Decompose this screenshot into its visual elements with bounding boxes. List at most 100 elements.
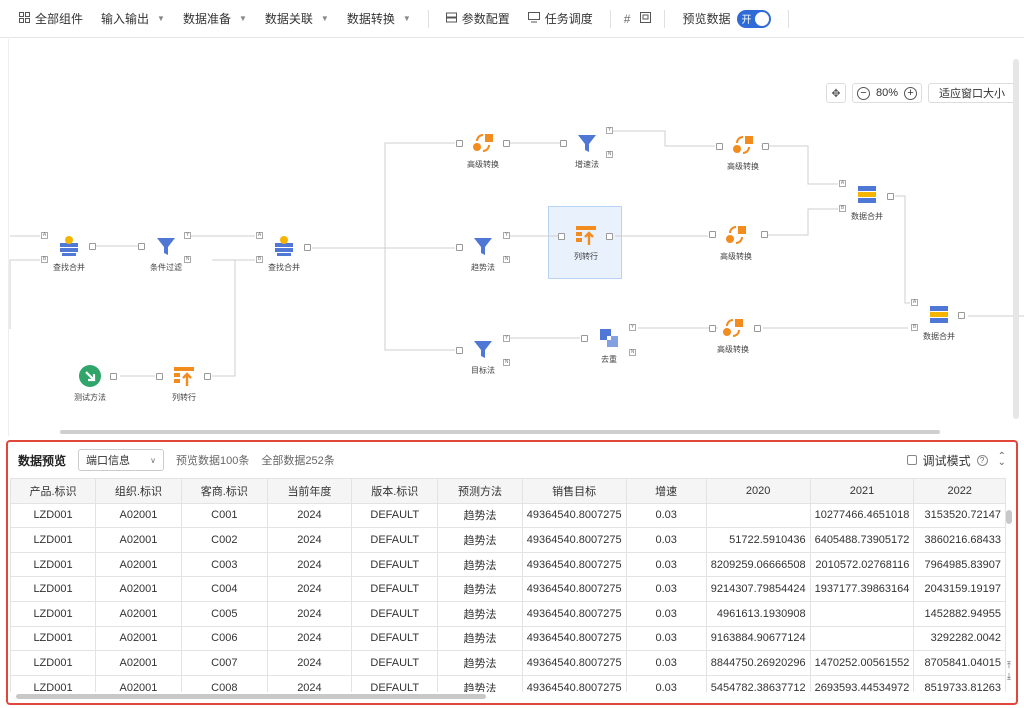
node-dedup[interactable]: 去重 [584,326,634,365]
node-label: 趋势法 [471,263,495,272]
io-menu[interactable]: 输入输出 ▼ [92,0,174,38]
pivot-icon [172,364,196,388]
table-cell: 7964985.83907 [913,551,1006,578]
table-horizontal-scrollbar[interactable] [16,694,486,699]
node-advanced-transform[interactable]: 高级转换 [718,133,768,172]
task-schedule-button[interactable]: 任务调度 [519,0,602,38]
node-col-to-row-selected[interactable]: 列转行 [561,223,611,262]
table-cell: 趋势法 [437,527,523,553]
caret-down-icon: ▼ [157,14,165,23]
help-icon[interactable]: ? [976,454,988,466]
node-data-merge[interactable]: 数据合并 [842,183,892,222]
toggle-on-label: 开 [741,15,752,26]
node-col-to-row[interactable]: 列转行 [159,364,209,403]
transform-icon [724,223,748,247]
node-condition-filter[interactable]: 条件过滤 [141,234,191,273]
stack-merge-icon [855,183,879,207]
col-header[interactable]: 组织.标识 [95,478,182,504]
monitor-icon [527,11,540,26]
node-test-method[interactable]: 测试方法 [65,364,115,403]
preview-data-label: 预览数据 [682,12,731,26]
table-cell: 8705841.04015 [913,650,1006,676]
col-header[interactable]: 2022 [913,478,1006,504]
table-cell: DEFAULT [351,600,439,627]
table-row[interactable]: LZD001 A02001 C003 2024 DEFAULT 趋势法 49364540.8… [10,551,1006,578]
node-target-method[interactable]: 目标法 [458,337,508,376]
node-lookup-merge[interactable]: 查找合并 [259,234,309,273]
collapse-icon[interactable]: ⌃ ⌄ [998,452,1006,468]
flow-canvas[interactable]: ✥ − 80% + 适应窗口大小 A B Y N A B Y N A B Y N… [0,39,1024,436]
node-data-merge[interactable]: 数据合并 [914,303,964,342]
table-cell: 2024 [266,600,353,627]
node-trend-method[interactable]: 趋势法 [458,234,508,273]
node-label: 高级转换 [717,345,749,354]
funnel-icon [575,131,599,155]
table-cell: DEFAULT [351,576,439,602]
table-cell: 0.03 [625,674,707,692]
node-label: 数据合并 [923,332,955,341]
table-row[interactable]: LZD001 A02001 C006 2024 DEFAULT 趋势法 49364540.8… [10,625,1006,652]
data-prep-menu[interactable]: 数据准备 ▼ [174,0,256,38]
minimap-icon [640,11,652,26]
debug-mode-checkbox[interactable] [906,455,917,465]
preview-data-control: 预览数据 开 [673,0,779,38]
node-lookup-merge[interactable]: 查找合并 [44,234,94,273]
minimap-button[interactable] [635,0,656,38]
preview-table-wrapper[interactable]: 产品.标识 组织.标识 客商.标识 当前年度 版本.标识 预测方法 销售目标 增… [10,478,1006,692]
node-growth-method[interactable]: 增速法 [562,131,612,170]
table-cell: 2043159.19197 [913,576,1006,602]
scroll-top-icon[interactable]: ⤒ [1004,660,1014,671]
col-header[interactable]: 当前年度 [266,478,353,504]
preview-toggle[interactable]: 开 [736,9,771,28]
table-row[interactable]: LZD001 A02001 C002 2024 DEFAULT 趋势法 49364540.8… [10,527,1006,553]
param-config-button[interactable]: 参数配置 [437,0,519,38]
table-cell: 8519733.81263 [913,674,1006,692]
canvas-horizontal-scrollbar[interactable] [60,430,940,434]
preview-header: 数据预览 端口信息 ∨ 预览数据100条 全部数据252条 调试模式 ? ⌃ ⌄ [8,442,1016,478]
table-cell: 8209259.06666508 [705,551,811,578]
node-label: 列转行 [574,252,598,261]
data-join-menu[interactable]: 数据关联 ▼ [256,0,338,38]
table-row[interactable]: LZD001 A02001 C008 2024 DEFAULT 趋势法 49364540.8… [10,674,1006,692]
data-preview-panel: 数据预览 端口信息 ∨ 预览数据100条 全部数据252条 调试模式 ? ⌃ ⌄ … [6,440,1018,705]
table-vertical-scrollbar[interactable] [1006,510,1012,524]
col-header[interactable]: 2021 [809,478,915,504]
table-cell: 0.03 [625,625,707,652]
node-label: 测试方法 [74,393,106,402]
all-components-menu[interactable]: 全部组件 [10,0,92,38]
col-header[interactable]: 2020 [705,478,811,504]
col-header[interactable]: 产品.标识 [10,478,97,504]
table-cell: 0.03 [625,527,707,553]
table-cell: 3153520.72147 [913,502,1006,529]
transform-icon [721,316,745,340]
toolbar-divider [787,9,789,28]
port-info-select[interactable]: 端口信息 ∨ [78,449,165,471]
col-header[interactable]: 增速 [625,478,707,504]
table-row[interactable]: LZD001 A02001 C004 2024 DEFAULT 趋势法 49364540.8… [10,576,1006,602]
col-header[interactable]: 客商.标识 [180,478,268,504]
scroll-bottom-icon[interactable]: ⤓ [1004,671,1014,682]
data-transform-menu[interactable]: 数据转换 ▼ [338,0,420,38]
stack-merge-icon [927,303,951,327]
col-header[interactable]: 预测方法 [437,478,523,504]
table-cell: C007 [180,650,268,676]
table-row[interactable]: LZD001 A02001 C001 2024 DEFAULT 趋势法 49364540.8… [10,502,1006,529]
grid-toggle-button[interactable]: # [619,0,636,38]
col-header[interactable]: 版本.标识 [351,478,439,504]
node-advanced-transform[interactable]: 高级转换 [708,316,758,355]
table-row[interactable]: LZD001 A02001 C005 2024 DEFAULT 趋势法 49364540.8… [10,600,1006,627]
table-cell: 1452882.94955 [913,600,1006,627]
node-label: 条件过滤 [150,263,182,272]
node-advanced-transform[interactable]: 高级转换 [711,223,761,262]
table-row[interactable]: LZD001 A02001 C007 2024 DEFAULT 趋势法 49364540.8… [10,650,1006,676]
table-cell: LZD001 [10,551,97,578]
node-advanced-transform[interactable]: 高级转换 [458,131,508,170]
output-port[interactable] [761,231,768,238]
table-cell: 2024 [266,551,353,578]
col-header[interactable]: 销售目标 [521,478,627,504]
canvas-vertical-scrollbar[interactable] [1013,59,1019,419]
table-cell: 49364540.8007275 [521,625,627,652]
merge-db-icon [57,234,81,258]
table-cell: 0.03 [625,551,707,578]
toolbar-divider [609,9,611,28]
